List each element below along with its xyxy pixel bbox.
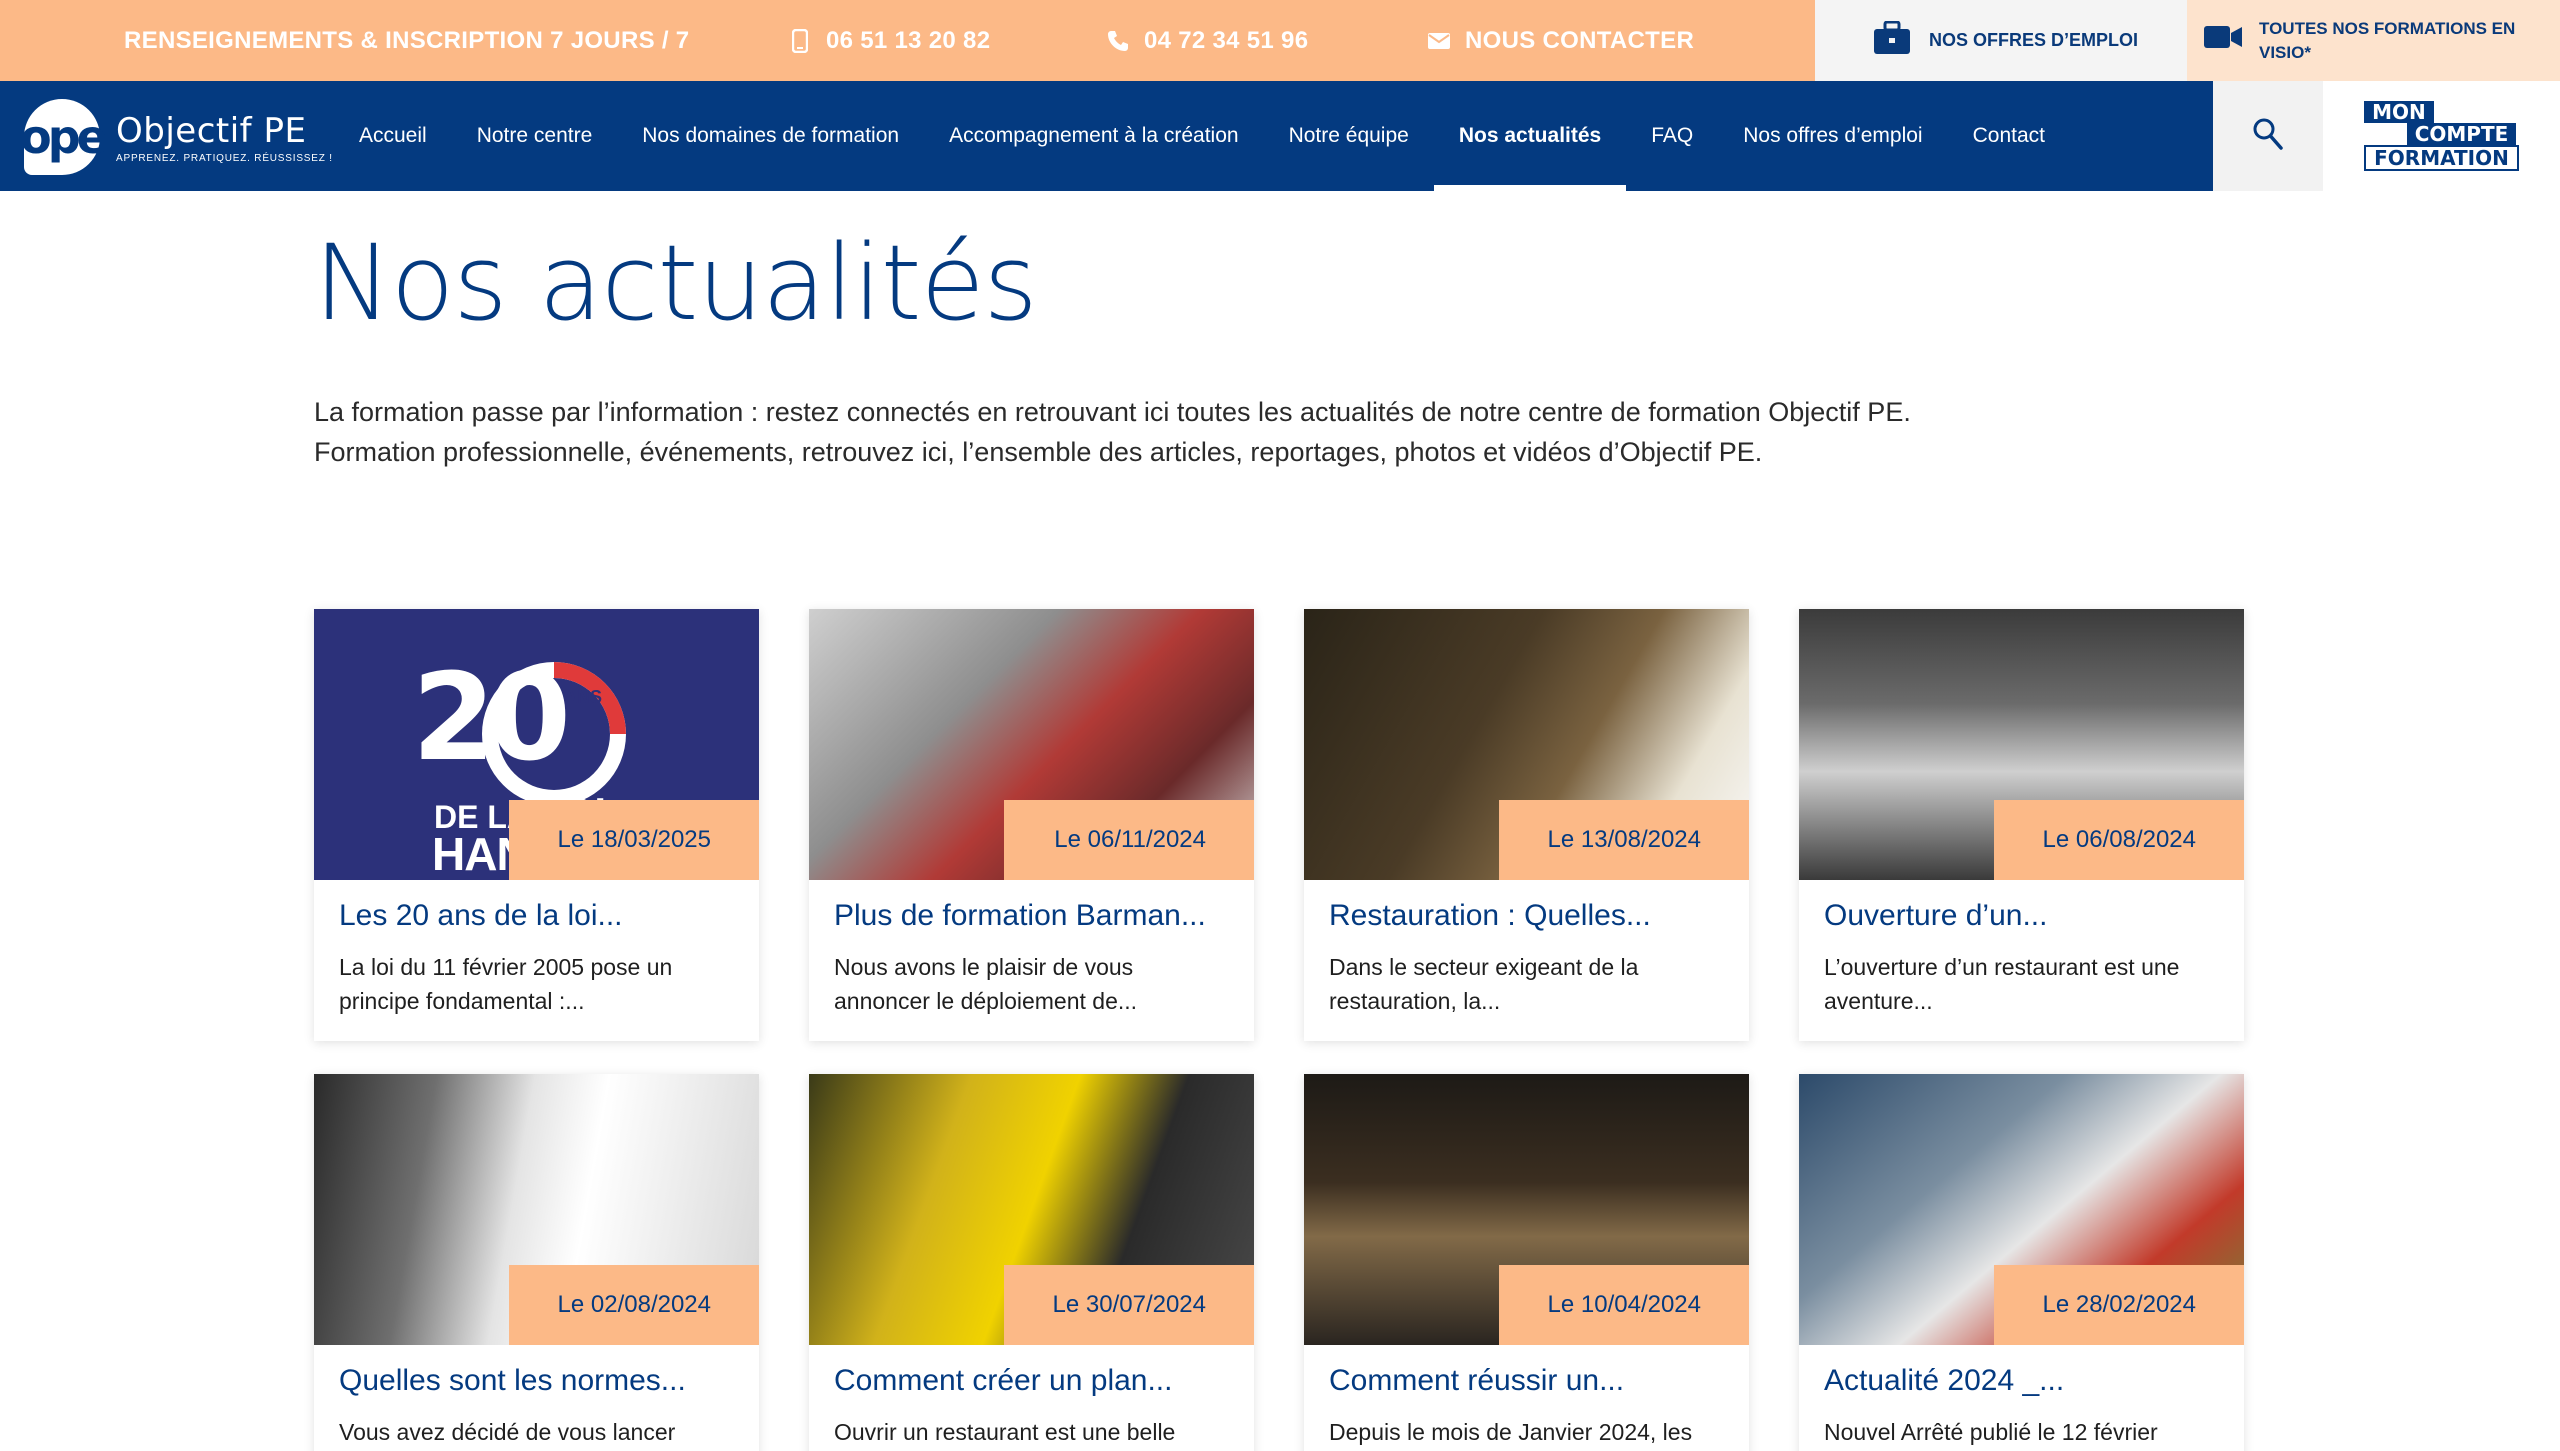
landline-phone-link[interactable]: 04 72 34 51 96	[1106, 0, 1308, 81]
article-title[interactable]: Comment réussir un...	[1329, 1364, 1624, 1398]
cpf-line-mon: MON	[2364, 101, 2434, 123]
logo-name: Objectif PE	[116, 110, 307, 151]
article-excerpt: La loi du 11 février 2005 pose un princi…	[339, 954, 673, 1014]
page-intro: La formation passe par l’information : r…	[314, 392, 2114, 472]
landline-phone-number: 04 72 34 51 96	[1144, 26, 1309, 54]
articles-grid: 20 ANS DE LA LOI HANDICAP Le 18/03/2025 …	[314, 609, 2246, 1451]
search-icon	[2252, 117, 2284, 156]
article-date: Le 18/03/2025	[509, 800, 759, 880]
article-card[interactable]: Le 10/04/2024 Comment réussir un... Depu…	[1304, 1074, 1749, 1451]
job-offers-link[interactable]: NOS OFFRES D’EMPLOI	[1815, 0, 2187, 81]
mobile-phone-number: 06 51 13 20 82	[826, 26, 991, 54]
article-date: Le 13/08/2024	[1499, 800, 1749, 880]
logo-badge: ope	[20, 99, 108, 175]
site-logo[interactable]: ope Objectif PE APPRENEZ. PRATIQUEZ. RÉU…	[20, 97, 332, 177]
contact-label: NOUS CONTACTER	[1465, 26, 1695, 54]
article-card[interactable]: 20 ANS DE LA LOI HANDICAP Le 18/03/2025 …	[314, 609, 759, 1041]
article-title[interactable]: Ouverture d’un...	[1824, 899, 2047, 933]
article-card[interactable]: Le 28/02/2024 Actualité 2024 _... Nouvel…	[1799, 1074, 2244, 1451]
article-image: Le 30/07/2024	[809, 1074, 1254, 1345]
article-title[interactable]: Quelles sont les normes...	[339, 1364, 686, 1398]
article-excerpt: Vous avez décidé de vous lancer	[339, 1419, 676, 1445]
nav-item-offres-emploi[interactable]: Nos offres d’emploi	[1718, 81, 1947, 191]
article-excerpt: Nous avons le plaisir de vous annoncer l…	[834, 954, 1138, 1014]
search-button[interactable]	[2213, 81, 2323, 191]
article-date: Le 30/07/2024	[1004, 1265, 1254, 1345]
article-image: Le 28/02/2024	[1799, 1074, 2244, 1345]
nav-menu: Accueil Notre centre Nos domaines de for…	[334, 81, 2070, 191]
article-date: Le 10/04/2024	[1499, 1265, 1749, 1345]
article-card[interactable]: Le 02/08/2024 Quelles sont les normes...…	[314, 1074, 759, 1451]
article-image: Le 06/08/2024	[1799, 609, 2244, 880]
article-image: Le 06/11/2024	[809, 609, 1254, 880]
nav-item-accompagnement-creation[interactable]: Accompagnement à la création	[924, 81, 1264, 191]
article-card[interactable]: Le 13/08/2024 Restauration : Quelles... …	[1304, 609, 1749, 1041]
job-offers-label: NOS OFFRES D’EMPLOI	[1929, 30, 2139, 50]
article-date: Le 06/11/2024	[1004, 800, 1254, 880]
article-card[interactable]: Le 06/11/2024 Plus de formation Barman..…	[809, 609, 1254, 1041]
page-title: Nos actualités	[314, 222, 1038, 344]
cpf-line-compte: COMPTE	[2406, 123, 2517, 145]
top-bar: RENSEIGNEMENTS & INSCRIPTION 7 JOURS / 7…	[0, 0, 2560, 81]
article-image: Le 10/04/2024	[1304, 1074, 1749, 1345]
article-date: Le 02/08/2024	[509, 1265, 759, 1345]
image-text-20: 20	[412, 649, 571, 788]
article-title[interactable]: Restauration : Quelles...	[1329, 899, 1651, 933]
article-excerpt: Dans le secteur exigeant de la restaurat…	[1329, 954, 1639, 1014]
mobile-phone-link[interactable]: 06 51 13 20 82	[788, 0, 990, 81]
article-image: Le 02/08/2024	[314, 1074, 759, 1345]
logo-tagline: APPRENEZ. PRATIQUEZ. RÉUSSISSEZ !	[116, 152, 333, 164]
article-excerpt: Ouvrir un restaurant est une belle	[834, 1419, 1176, 1445]
contact-link[interactable]: NOUS CONTACTER	[1427, 0, 1694, 81]
envelope-icon	[1427, 29, 1451, 53]
article-title[interactable]: Plus de formation Barman...	[834, 899, 1206, 933]
article-title[interactable]: Comment créer un plan...	[834, 1364, 1172, 1398]
article-title[interactable]: Actualité 2024 _...	[1824, 1364, 2064, 1398]
nav-item-actualites[interactable]: Nos actualités	[1433, 81, 1627, 191]
article-date: Le 28/02/2024	[1994, 1265, 2244, 1345]
info-text: RENSEIGNEMENTS & INSCRIPTION 7 JOURS / 7	[124, 0, 689, 81]
intro-line-2: Formation professionnelle, événements, r…	[314, 437, 1763, 467]
phone-icon	[1106, 29, 1130, 53]
logo-texts: Objectif PE APPRENEZ. PRATIQUEZ. RÉUSSIS…	[116, 111, 333, 164]
intro-line-1: La formation passe par l’information : r…	[314, 397, 1911, 427]
visio-label: TOUTES NOS FORMATIONS EN VISIO*	[2259, 18, 2516, 62]
article-image: Le 13/08/2024	[1304, 609, 1749, 880]
article-date: Le 06/08/2024	[1994, 800, 2244, 880]
top-bar-contact-strip: RENSEIGNEMENTS & INSCRIPTION 7 JOURS / 7…	[0, 0, 1815, 81]
nav-item-accueil[interactable]: Accueil	[334, 81, 452, 191]
article-excerpt: L’ouverture d’un restaurant est une aven…	[1824, 954, 2180, 1014]
article-title[interactable]: Les 20 ans de la loi...	[339, 899, 623, 933]
nav-item-contact[interactable]: Contact	[1948, 81, 2070, 191]
article-excerpt: Nouvel Arrêté publié le 12 février	[1824, 1419, 2158, 1445]
visio-trainings-link[interactable]: TOUTES NOS FORMATIONS EN VISIO*	[2187, 0, 2560, 81]
info-label: RENSEIGNEMENTS & INSCRIPTION 7 JOURS / 7	[124, 26, 690, 54]
mon-compte-formation-link[interactable]: MON COMPTE FORMATION	[2323, 81, 2560, 191]
article-card[interactable]: Le 30/07/2024 Comment créer un plan... O…	[809, 1074, 1254, 1451]
article-excerpt: Depuis le mois de Janvier 2024, les	[1329, 1419, 1693, 1445]
mobile-phone-icon	[788, 28, 812, 53]
briefcase-icon	[1873, 20, 1911, 60]
image-text-ans: ANS	[564, 687, 603, 707]
main-navigation: ope Objectif PE APPRENEZ. PRATIQUEZ. RÉU…	[0, 81, 2560, 191]
nav-item-domaines-formation[interactable]: Nos domaines de formation	[617, 81, 924, 191]
cpf-line-formation: FORMATION	[2364, 145, 2519, 171]
nav-item-notre-equipe[interactable]: Notre équipe	[1264, 81, 1434, 191]
article-image: 20 ANS DE LA LOI HANDICAP Le 18/03/2025	[314, 609, 759, 880]
article-card[interactable]: Le 06/08/2024 Ouverture d’un... L’ouvert…	[1799, 609, 2244, 1041]
nav-item-faq[interactable]: FAQ	[1626, 81, 1718, 191]
nav-item-notre-centre[interactable]: Notre centre	[452, 81, 618, 191]
video-camera-icon	[2203, 24, 2243, 57]
cpf-logo: MON COMPTE FORMATION	[2364, 101, 2519, 171]
